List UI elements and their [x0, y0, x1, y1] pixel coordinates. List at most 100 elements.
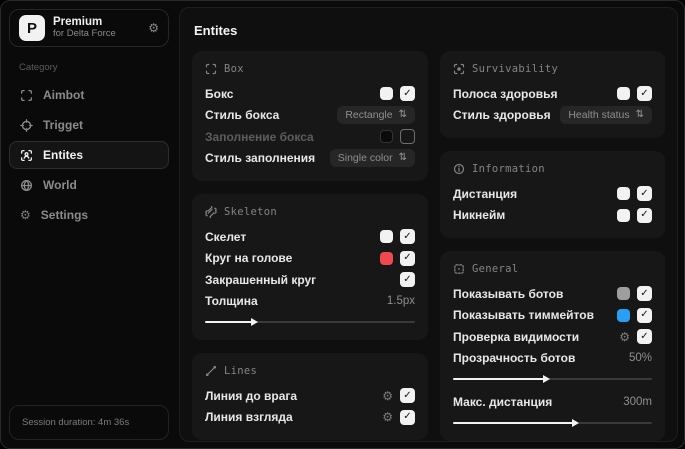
updown-icon: ⇅: [398, 152, 407, 164]
checkbox-unchecked[interactable]: [400, 129, 415, 145]
checkbox-checked[interactable]: [637, 186, 652, 202]
slider-fill: [453, 378, 545, 380]
general-card-header: General: [453, 263, 652, 275]
setting-row: Стиль бокса Rectangle ⇅: [205, 105, 415, 127]
slider-fill: [453, 421, 575, 424]
gear-icon[interactable]: ⚙: [148, 22, 159, 34]
sidebar-item-trigget[interactable]: Trigget: [9, 111, 169, 139]
color-swatch[interactable]: [380, 87, 393, 101]
line-icon: [205, 365, 217, 377]
setting-row: Макс. дистанция 300m: [453, 394, 652, 409]
left-column: Box Бокс Стиль бокса Rectangle ⇅: [192, 51, 428, 441]
max-distance-slider[interactable]: [453, 417, 652, 429]
color-swatch[interactable]: [617, 287, 630, 301]
box-card-header: Box: [205, 63, 415, 75]
category-label: Category: [19, 62, 58, 73]
checkbox-checked[interactable]: [637, 329, 652, 345]
general-icon: [454, 264, 464, 274]
color-swatch[interactable]: [617, 187, 630, 201]
setting-row: Показывать ботов: [453, 283, 652, 305]
color-swatch[interactable]: [617, 308, 630, 322]
page-title: Entites: [194, 23, 238, 38]
box-style-select[interactable]: Rectangle ⇅: [337, 106, 415, 125]
box-icon: [205, 63, 217, 75]
checkbox-checked[interactable]: [400, 388, 415, 404]
gear-icon[interactable]: ⚙: [619, 331, 630, 343]
color-swatch[interactable]: [617, 87, 630, 101]
setting-row: Закрашенный круг: [205, 269, 415, 291]
setting-row: Стиль заполнения Single color ⇅: [205, 148, 415, 170]
health-style-select[interactable]: Health status ⇅: [560, 106, 652, 125]
color-swatch[interactable]: [617, 208, 630, 222]
bot-opacity-value: 50%: [628, 352, 652, 365]
bone-icon: [205, 206, 217, 218]
sidebar-item-label: World: [43, 178, 77, 192]
session-duration: Session duration: 4m 36s: [9, 405, 169, 440]
survivability-card: Survivability Полоса здоровья Стиль здор…: [440, 51, 665, 138]
setting-row: Круг на голове: [205, 248, 415, 270]
checkbox-checked[interactable]: [637, 86, 652, 102]
sidebar: P Premium for Delta Force ⚙ Category Aim…: [1, 1, 177, 448]
setting-row: Дистанция: [453, 183, 652, 205]
setting-row: Скелет: [205, 226, 415, 248]
color-swatch[interactable]: [380, 230, 393, 244]
updown-icon: ⇅: [398, 109, 407, 121]
thickness-slider[interactable]: [205, 316, 415, 328]
fill-style-select[interactable]: Single color ⇅: [329, 149, 415, 168]
updown-icon: ⇅: [635, 109, 644, 121]
setting-row: Стиль здоровья Health status ⇅: [453, 105, 652, 127]
general-card: General Показывать ботов Показывать тимм…: [440, 251, 665, 441]
color-swatch[interactable]: [380, 130, 393, 144]
app-subtitle: for Delta Force: [53, 28, 116, 40]
information-card-header: Information: [453, 163, 652, 175]
sidebar-item-settings[interactable]: ⚙ Settings: [9, 201, 169, 229]
entity-icon: [20, 149, 33, 161]
info-icon: [453, 163, 465, 175]
main-panel: Entites Box Бокс ✓ Стиль бокса Rectangle…: [179, 7, 678, 442]
setting-row: Прозрачность ботов 50%: [453, 351, 652, 366]
sidebar-item-entites[interactable]: Entites: [9, 141, 169, 169]
checkbox-checked[interactable]: [400, 86, 415, 102]
sidebar-item-label: Trigget: [43, 118, 84, 132]
skeleton-card: Skeleton Скелет Круг на голове: [192, 194, 428, 340]
sidebar-item-label: Aimbot: [43, 88, 85, 102]
checkbox-checked[interactable]: [400, 409, 415, 425]
lines-card-header: Lines: [205, 365, 415, 377]
setting-row: Линия взгляда ⚙: [205, 407, 415, 429]
sidebar-item-label: Entites: [43, 148, 84, 162]
session-duration-label: Session duration: 4m 36s: [22, 417, 130, 428]
checkbox-checked[interactable]: [400, 229, 415, 245]
app-window: P Premium for Delta Force ⚙ Category Aim…: [0, 0, 685, 449]
setting-row: Толщина 1.5px: [205, 294, 415, 309]
slider-fill: [205, 321, 254, 323]
setting-row: Показывать тиммейтов: [453, 305, 652, 327]
skeleton-card-header: Skeleton: [205, 206, 415, 218]
bot-opacity-slider[interactable]: [453, 373, 652, 385]
checkbox-checked[interactable]: [400, 250, 415, 266]
checkbox-checked[interactable]: [637, 307, 652, 323]
slider-thumb[interactable]: [542, 375, 550, 383]
sidebar-item-aimbot[interactable]: Aimbot: [9, 81, 169, 109]
color-swatch[interactable]: [380, 251, 393, 265]
checkbox-checked[interactable]: [637, 207, 652, 223]
gear-icon[interactable]: ⚙: [382, 390, 393, 402]
setting-row: Проверка видимости ⚙: [453, 326, 652, 348]
right-column: Survivability Полоса здоровья Стиль здор…: [440, 51, 665, 441]
crosshair-icon: [20, 118, 33, 132]
logo-card: P Premium for Delta Force ⚙: [9, 9, 169, 47]
box-card: Box Бокс Стиль бокса Rectangle ⇅: [192, 51, 428, 181]
slider-thumb[interactable]: [251, 318, 259, 326]
slider-thumb[interactable]: [572, 418, 580, 427]
information-card: Information Дистанция Никнейм: [440, 151, 665, 238]
app-logo: P: [19, 15, 45, 41]
survivability-card-header: Survivability: [453, 63, 652, 75]
checkbox-checked[interactable]: [637, 286, 652, 302]
sidebar-item-world[interactable]: World: [9, 171, 169, 199]
thickness-value: 1.5px: [386, 295, 415, 308]
gear-icon[interactable]: ⚙: [382, 411, 393, 423]
setting-row: Никнейм: [453, 205, 652, 227]
setting-row: Бокс: [205, 83, 415, 105]
gear-icon: ⚙: [20, 208, 31, 222]
checkbox-checked[interactable]: [400, 272, 415, 288]
logo-text: Premium for Delta Force: [53, 16, 140, 40]
